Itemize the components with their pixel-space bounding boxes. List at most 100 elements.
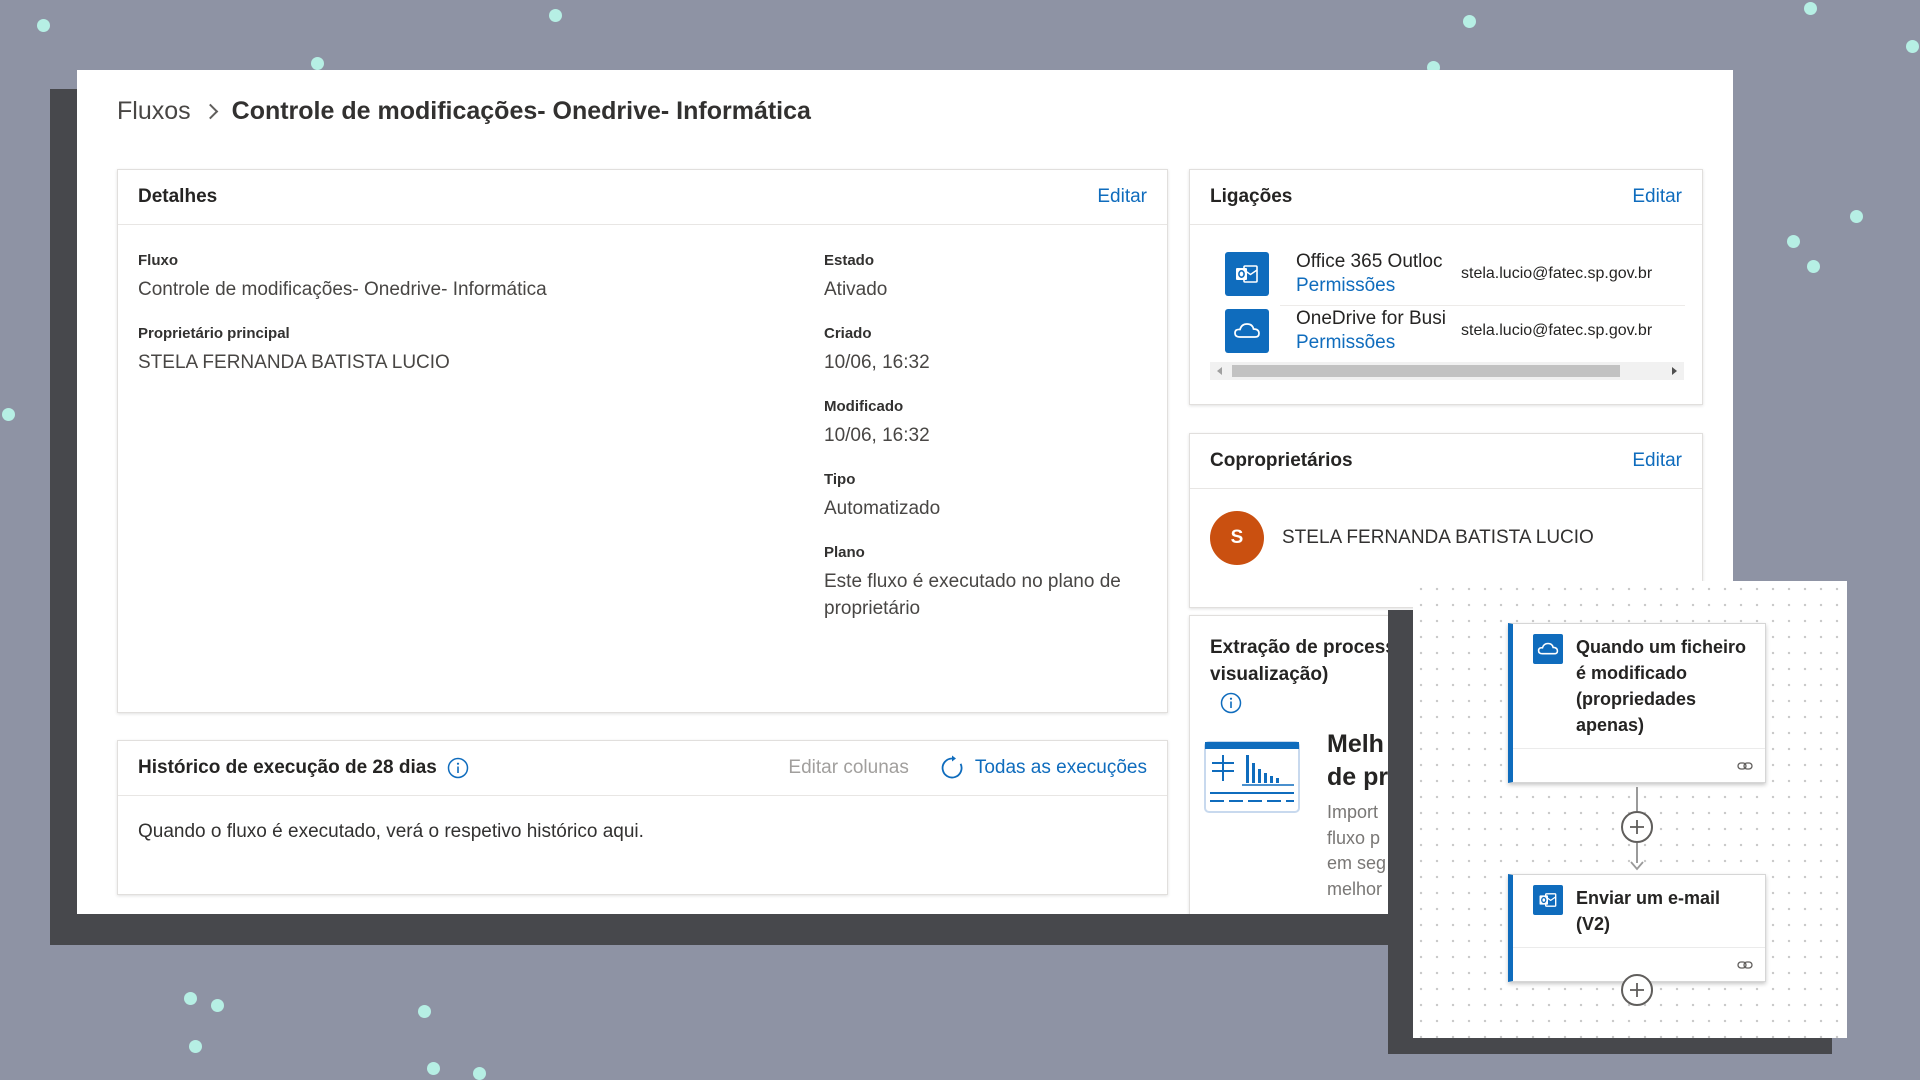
decor-dot — [1787, 235, 1800, 248]
connections-card: Ligações Editar Office 365 Outloc Permis… — [1189, 169, 1703, 405]
arrow-down-icon — [1630, 861, 1644, 871]
modified-label: Modificado — [824, 398, 904, 415]
promo-text-line: fluxo p — [1327, 827, 1381, 848]
details-left-column: Fluxo Controle de modificações- Onedrive… — [138, 252, 738, 376]
all-runs-link[interactable]: Todas as execuções — [975, 757, 1147, 779]
connection-row-onedrive: OneDrive for Busi Permissões stela.lucio… — [1225, 307, 1652, 355]
permissions-link[interactable]: Permissões — [1296, 331, 1446, 355]
modified-value: 10/06, 16:32 — [824, 425, 930, 446]
connections-edit-button[interactable]: Editar — [1632, 186, 1682, 208]
connection-name: Office 365 Outloc — [1296, 251, 1443, 272]
details-right-column: Estado Ativado Criado 10/06, 16:32 Modif… — [824, 252, 1144, 622]
outlook-icon — [1533, 885, 1563, 915]
run-history-header: Histórico de execução de 28 dias Editar … — [118, 741, 1167, 796]
process-mining-title-line: Extração de process — [1210, 637, 1396, 658]
promo-text-line: melhor — [1327, 878, 1383, 899]
decor-dot — [37, 19, 50, 32]
decor-dot — [1807, 260, 1820, 273]
promo-text-line: em seg — [1327, 853, 1387, 873]
decor-dot — [549, 9, 562, 22]
connections-header: Ligações Editar — [1190, 170, 1702, 225]
decor-dot — [2, 408, 15, 421]
coowners-header: Coproprietários Editar — [1190, 434, 1702, 489]
link-icon[interactable] — [1737, 960, 1753, 970]
run-history-empty-message: Quando o fluxo é executado, verá o respe… — [138, 821, 644, 842]
run-history-card: Histórico de execução de 28 dias Editar … — [117, 740, 1168, 895]
action-card-body: Enviar um e-mail (V2) — [1513, 875, 1765, 947]
trigger-card[interactable]: Quando um ficheiro é modificado (proprie… — [1508, 623, 1766, 783]
promo-title: Melh de pr — [1327, 728, 1388, 794]
scroll-right-icon[interactable] — [1672, 367, 1677, 375]
decor-dot — [1850, 210, 1863, 223]
link-icon[interactable] — [1737, 761, 1753, 771]
plus-icon — [1630, 983, 1644, 997]
plus-icon — [1630, 820, 1644, 834]
chevron-right-icon — [202, 103, 218, 120]
page-title: Controle de modificações- Onedrive- Info… — [231, 97, 811, 125]
breadcrumb: Fluxos Controle de modificações- Onedriv… — [117, 97, 811, 126]
coowner-row: S STELA FERNANDA BATISTA LUCIO — [1210, 511, 1594, 565]
plan-value: Este fluxo é executado no plano de propr… — [824, 571, 1121, 619]
decor-dot — [473, 1067, 486, 1080]
coowner-name: STELA FERNANDA BATISTA LUCIO — [1282, 527, 1594, 548]
decor-dot — [1804, 2, 1817, 15]
add-step-button[interactable] — [1621, 811, 1653, 843]
decor-dot — [211, 999, 224, 1012]
created-value: 10/06, 16:32 — [824, 352, 930, 373]
permissions-link[interactable]: Permissões — [1296, 274, 1446, 298]
edit-columns-button[interactable]: Editar colunas — [788, 757, 908, 779]
details-card: Detalhes Editar Fluxo Controle de modifi… — [117, 169, 1168, 713]
add-step-button[interactable] — [1621, 974, 1653, 1006]
coowners-title: Coproprietários — [1210, 450, 1353, 471]
state-value: Ativado — [824, 279, 888, 300]
info-icon[interactable] — [1220, 692, 1242, 714]
flow-designer-canvas: Quando um ficheiro é modificado (proprie… — [1413, 581, 1847, 1038]
scrollbar-thumb[interactable] — [1232, 365, 1620, 377]
run-history-title-group: Histórico de execução de 28 dias — [138, 757, 469, 779]
breadcrumb-root-link[interactable]: Fluxos — [117, 97, 191, 126]
state-label: Estado — [824, 252, 875, 269]
horizontal-scrollbar[interactable] — [1210, 362, 1684, 380]
connection-row-outlook: Office 365 Outloc Permissões stela.lucio… — [1225, 250, 1652, 298]
connection-name: OneDrive for Busi — [1296, 308, 1446, 329]
refresh-icon[interactable] — [939, 755, 965, 781]
flow-value: Controle de modificações- Onedrive- Info… — [138, 279, 547, 300]
decor-dot — [418, 1005, 431, 1018]
outlook-icon — [1225, 252, 1269, 296]
info-icon[interactable] — [447, 757, 469, 779]
connection-text: OneDrive for Busi Permissões — [1296, 307, 1446, 355]
promo-text: Import fluxo p em seg melhor — [1327, 800, 1386, 902]
run-history-title: Histórico de execução de 28 dias — [138, 757, 437, 778]
coowners-edit-button[interactable]: Editar — [1632, 450, 1682, 472]
onedrive-icon — [1533, 634, 1563, 664]
details-title: Detalhes — [138, 186, 218, 207]
connection-text: Office 365 Outloc Permissões — [1296, 250, 1446, 298]
trigger-card-footer — [1513, 748, 1765, 782]
action-card[interactable]: Enviar um e-mail (V2) — [1508, 874, 1766, 982]
avatar: S — [1210, 511, 1264, 565]
process-mining-title-line: visualização) — [1210, 664, 1329, 685]
details-card-header: Detalhes Editar — [118, 170, 1167, 225]
decor-dot — [1463, 15, 1476, 28]
decor-dot — [1906, 40, 1919, 53]
promo-title-line: de pr — [1327, 763, 1389, 791]
trigger-card-body: Quando um ficheiro é modificado (proprie… — [1513, 624, 1765, 748]
promo-text-line: Import — [1327, 802, 1379, 822]
promo-title-line: Melh — [1327, 730, 1384, 758]
decor-dot — [189, 1040, 202, 1053]
decor-dot — [184, 992, 197, 1005]
scroll-left-icon[interactable] — [1217, 367, 1222, 375]
action-title: Enviar um e-mail (V2) — [1576, 888, 1721, 934]
owner-label: Proprietário principal — [138, 325, 290, 342]
type-value: Automatizado — [824, 498, 941, 519]
process-illustration-icon — [1204, 741, 1300, 813]
connection-email: stela.lucio@fatec.sp.gov.br — [1461, 265, 1653, 282]
trigger-title: Quando um ficheiro é modificado (proprie… — [1576, 637, 1747, 735]
created-label: Criado — [824, 325, 872, 342]
divider — [1280, 305, 1685, 306]
details-edit-button[interactable]: Editar — [1097, 186, 1147, 208]
run-history-actions: Editar colunas Todas as execuções — [788, 755, 1147, 781]
process-mining-title: Extração de process visualização) — [1210, 634, 1396, 688]
connections-title: Ligações — [1210, 186, 1293, 207]
flow-label: Fluxo — [138, 252, 178, 269]
